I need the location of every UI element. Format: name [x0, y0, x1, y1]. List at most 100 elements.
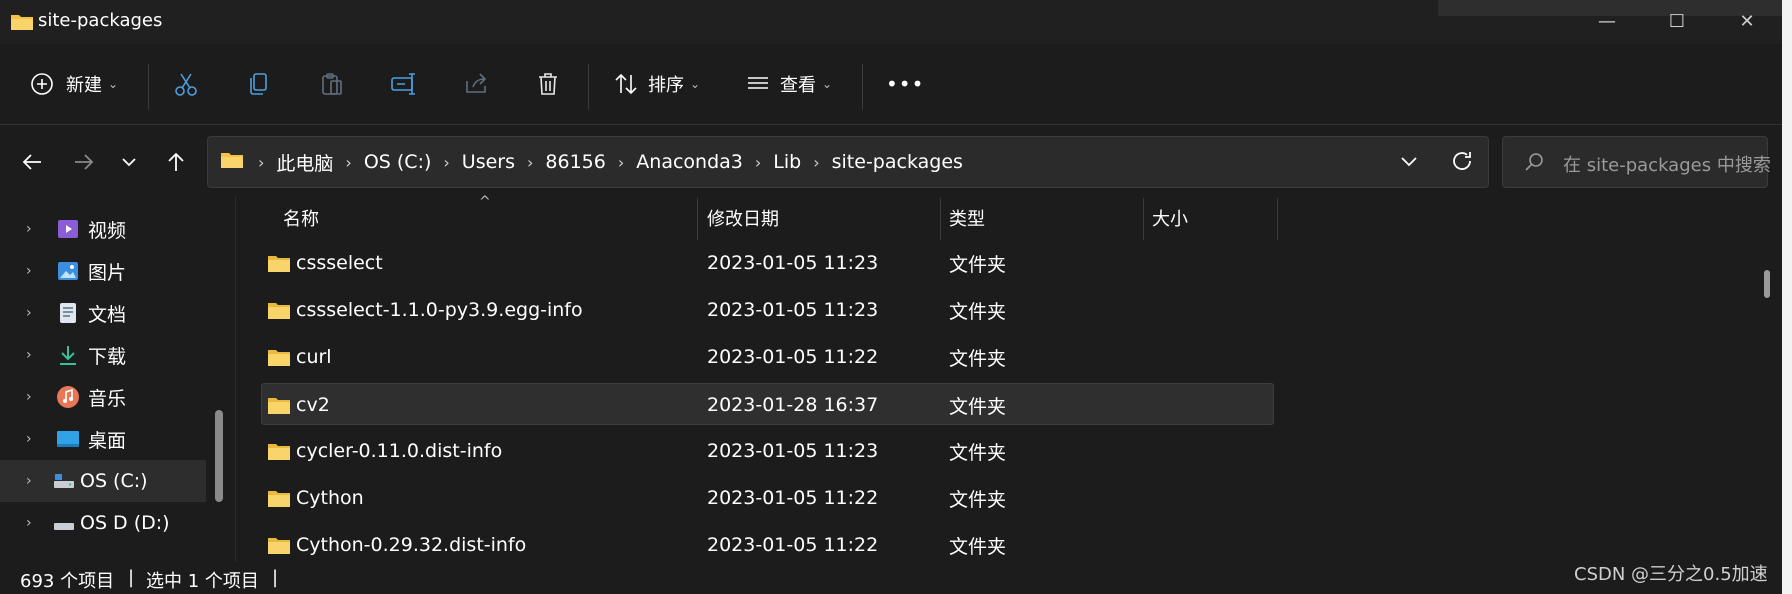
new-label: 新建: [66, 75, 102, 96]
paste-button[interactable]: [318, 62, 346, 106]
breadcrumb-separator-icon: ›: [443, 152, 450, 172]
breadcrumb-this-pc[interactable]: 此电脑: [276, 149, 333, 176]
file-row[interactable]: Cython-0.29.32.dist-info 2023-01-05 11:2…: [261, 524, 1274, 566]
background-window-edge: [1782, 0, 1792, 594]
sidebar-item-downloads[interactable]: › 下载: [0, 334, 206, 376]
breadcrumb-separator-icon: ›: [345, 152, 352, 172]
column-divider[interactable]: [1143, 198, 1144, 240]
column-header-size[interactable]: 大小: [1152, 196, 1272, 240]
breadcrumb-users[interactable]: Users: [462, 151, 515, 173]
folder-icon: [267, 336, 291, 378]
sidebar-item-pictures[interactable]: › 图片: [0, 250, 206, 292]
maximize-button[interactable]: ☐: [1642, 0, 1712, 44]
forward-button[interactable]: [66, 144, 102, 180]
column-header-name[interactable]: 名称: [283, 196, 693, 240]
sort-button[interactable]: 排序 ⌄: [612, 62, 700, 106]
navigation-pane: › 视频 › 图片 › 文档 › 下载 › 音乐 › 桌面 › OS (C:) …: [0, 196, 236, 562]
column-divider[interactable]: [1277, 198, 1278, 240]
pictures-icon: [56, 259, 80, 283]
more-options-button[interactable]: •••: [886, 62, 924, 106]
drive-icon: [52, 469, 76, 493]
breadcrumb-os-c[interactable]: OS (C:): [364, 151, 432, 173]
breadcrumb-separator-icon: ›: [754, 152, 762, 172]
chevron-right-icon: ›: [26, 473, 32, 489]
back-button[interactable]: [14, 144, 50, 180]
toolbar-divider: [588, 64, 589, 110]
sidebar-item-label: 文档: [88, 303, 127, 326]
file-row-selected[interactable]: cv2 2023-01-28 16:37 文件夹: [261, 383, 1274, 425]
search-icon: [1523, 151, 1545, 177]
view-button[interactable]: 查看 ⌄: [744, 62, 832, 106]
file-row[interactable]: Cython 2023-01-05 11:22 文件夹: [261, 477, 1274, 519]
share-button[interactable]: [462, 62, 490, 106]
folder-icon: [267, 242, 291, 284]
recent-locations-button[interactable]: [111, 144, 147, 180]
breadcrumb-site-packages[interactable]: site-packages: [832, 151, 963, 173]
address-history-button[interactable]: [1398, 150, 1420, 176]
breadcrumb-separator-icon: ›: [813, 152, 820, 172]
sidebar-item-label: 桌面: [88, 429, 127, 452]
status-separator: |: [128, 567, 135, 588]
breadcrumb-86156[interactable]: 86156: [545, 151, 605, 173]
minimize-button[interactable]: —: [1572, 0, 1642, 44]
file-modified: 2023-01-28 16:37: [707, 394, 879, 416]
file-row[interactable]: cycler-0.11.0.dist-info 2023-01-05 11:23…: [261, 430, 1274, 472]
rename-button[interactable]: [390, 62, 418, 106]
content-scrollbar[interactable]: [1764, 270, 1770, 298]
pane-divider[interactable]: [235, 196, 236, 562]
file-modified: 2023-01-05 11:23: [707, 299, 879, 321]
rename-icon: [390, 70, 418, 98]
desktop-icon: [56, 427, 80, 451]
breadcrumb-lib[interactable]: Lib: [773, 151, 801, 173]
column-header-type[interactable]: 类型: [949, 196, 1139, 240]
documents-icon: [56, 301, 80, 325]
file-type: 文件夹: [949, 347, 1007, 370]
folder-icon: [267, 477, 291, 519]
file-modified: 2023-01-05 11:22: [707, 534, 879, 556]
chevron-down-icon: ⌄: [822, 77, 833, 91]
address-bar[interactable]: › 此电脑 › OS (C:) › Users › 86156 › Anacon…: [207, 136, 1489, 188]
sidebar-item-music[interactable]: › 音乐: [0, 376, 206, 418]
file-modified: 2023-01-05 11:22: [707, 487, 879, 509]
plus-circle-icon: [28, 70, 56, 98]
cut-button[interactable]: [172, 62, 200, 106]
file-name: cssselect: [296, 252, 383, 274]
video-icon: [56, 217, 80, 241]
file-name: cv2: [296, 394, 330, 416]
sidebar-item-label: 图片: [88, 261, 127, 284]
sidebar-item-documents[interactable]: › 文档: [0, 292, 206, 334]
copy-button[interactable]: [245, 62, 273, 106]
trash-icon: [534, 70, 562, 98]
breadcrumb-separator-icon: ›: [258, 152, 265, 172]
file-type: 文件夹: [949, 488, 1007, 511]
watermark: CSDN @三分之0.5加速: [1574, 564, 1768, 585]
chevron-right-icon: ›: [26, 347, 32, 363]
clipboard-icon: [318, 70, 346, 98]
file-row[interactable]: cssselect-1.1.0-py3.9.egg-info 2023-01-0…: [261, 289, 1274, 331]
column-divider[interactable]: [940, 198, 941, 240]
sort-label: 排序: [648, 75, 684, 96]
close-button[interactable]: ✕: [1712, 0, 1782, 44]
sidebar-item-os-d[interactable]: › OS D (D:): [0, 502, 206, 544]
search-box[interactable]: 在 site-packages 中搜索: [1502, 136, 1771, 188]
drive-icon: [52, 511, 76, 535]
sidebar-scrollbar[interactable]: [215, 410, 223, 502]
column-divider[interactable]: [697, 198, 698, 240]
downloads-icon: [56, 343, 80, 367]
chevron-right-icon: ›: [26, 263, 32, 279]
refresh-button[interactable]: [1450, 149, 1474, 177]
sidebar-item-os-c[interactable]: › OS (C:): [0, 460, 206, 502]
delete-button[interactable]: [534, 62, 562, 106]
new-button[interactable]: 新建 ⌄: [28, 62, 118, 106]
column-header-modified[interactable]: 修改日期: [707, 196, 937, 240]
breadcrumb-anaconda3[interactable]: Anaconda3: [636, 151, 743, 173]
sidebar-item-videos[interactable]: › 视频: [0, 208, 206, 250]
sort-icon: [612, 70, 640, 98]
sidebar-item-desktop[interactable]: › 桌面: [0, 418, 206, 460]
up-button[interactable]: [158, 144, 194, 180]
arrow-right-icon: [75, 154, 94, 170]
folder-icon: [267, 384, 291, 426]
file-type: 文件夹: [949, 300, 1007, 323]
file-row[interactable]: curl 2023-01-05 11:22 文件夹: [261, 336, 1274, 378]
file-row[interactable]: cssselect 2023-01-05 11:23 文件夹: [261, 242, 1274, 284]
